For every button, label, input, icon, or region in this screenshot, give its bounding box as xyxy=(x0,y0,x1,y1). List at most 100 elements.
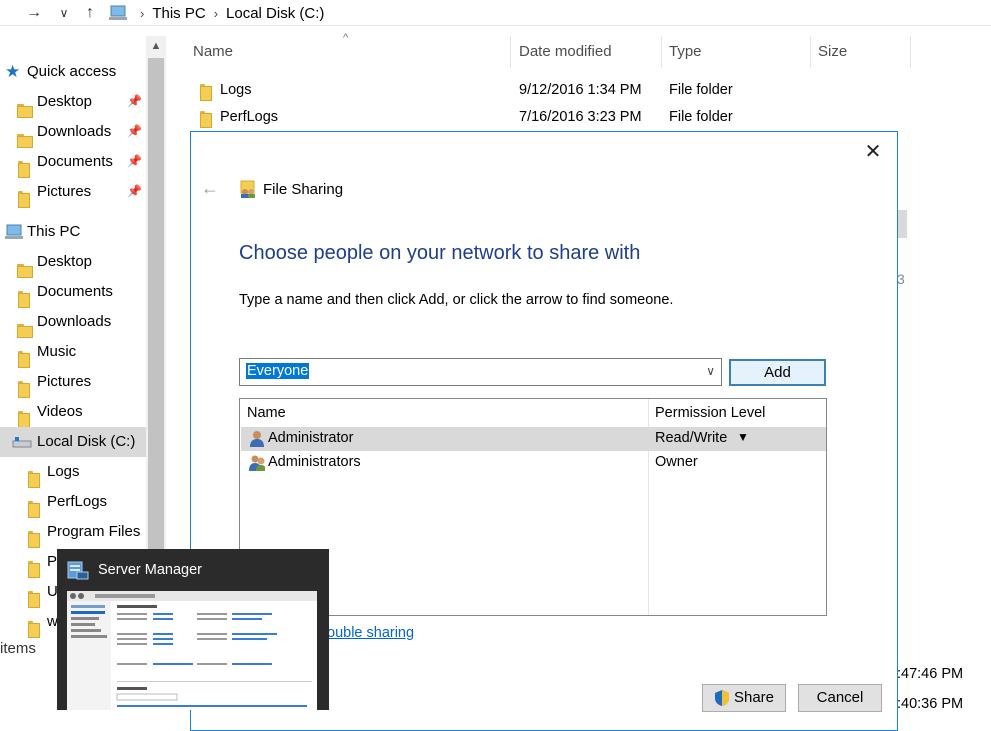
user-name: Administrators xyxy=(268,454,361,470)
nav-quick-documents[interactable]: Documents 📌 xyxy=(0,147,146,178)
pin-icon[interactable]: 📌 xyxy=(127,154,142,168)
up-arrow-icon[interactable]: ↑ xyxy=(80,3,100,23)
share-button[interactable]: Share xyxy=(702,684,786,712)
add-button[interactable]: Add xyxy=(729,359,826,386)
trouble-sharing-link[interactable]: ouble sharing xyxy=(327,625,414,641)
folder-icon xyxy=(28,470,40,488)
drive-icon xyxy=(12,437,32,448)
permission-level: Owner xyxy=(655,454,698,470)
nav-disk-program-files[interactable]: Program Files xyxy=(0,517,146,548)
folder-icon xyxy=(28,500,40,518)
dialog-instruction: Type a name and then click Add, or click… xyxy=(239,292,674,308)
breadcrumb-this-pc[interactable]: This PC xyxy=(152,5,205,22)
nav-quick-desktop[interactable]: Desktop 📌 xyxy=(0,87,146,118)
documents-folder-icon xyxy=(18,290,30,308)
thumbnail-preview xyxy=(67,591,317,710)
table-row[interactable]: Administrators Owner xyxy=(241,451,826,475)
pin-icon[interactable]: 📌 xyxy=(127,184,142,198)
nav-label: Desktop xyxy=(37,253,93,270)
file-date: 9/12/2016 1:34 PM xyxy=(519,82,642,98)
nav-pc-downloads[interactable]: Downloads xyxy=(0,307,146,338)
cancel-button[interactable]: Cancel xyxy=(798,684,882,712)
nav-pc-videos[interactable]: Videos xyxy=(0,397,146,428)
column-permission-level[interactable]: Permission Level xyxy=(655,405,765,421)
nav-pc-desktop[interactable]: Desktop xyxy=(0,247,146,278)
nav-label: Documents xyxy=(37,283,113,300)
column-type[interactable]: Type xyxy=(662,36,811,68)
nav-label: Music xyxy=(37,343,77,360)
folder-icon xyxy=(28,590,40,608)
breadcrumb: › This PC › Local Disk (C:) xyxy=(132,3,324,23)
group-users-icon xyxy=(249,455,265,471)
nav-label: Logs xyxy=(47,463,80,480)
forward-arrow-icon[interactable]: → xyxy=(24,3,44,23)
file-row[interactable]: Logs 9/12/2016 1:34 PM File folder xyxy=(190,77,890,104)
column-name[interactable]: Name xyxy=(247,405,286,421)
scroll-up-icon[interactable]: ▲ xyxy=(146,36,166,56)
back-arrow-icon[interactable]: ← xyxy=(201,178,219,199)
permission-level[interactable]: Read/Write xyxy=(655,430,727,446)
nav-pc-documents[interactable]: Documents xyxy=(0,277,146,308)
downloads-folder-icon xyxy=(17,323,33,338)
hidden-size-fragment: 3 xyxy=(897,271,905,287)
nav-label: Local Disk (C:) xyxy=(37,433,136,450)
nav-pc-music[interactable]: Music xyxy=(0,337,146,368)
time-fragment: :47:46 PM xyxy=(897,666,964,682)
close-icon[interactable]: ✕ xyxy=(861,140,885,164)
nav-label: Quick access xyxy=(27,63,117,80)
file-type: File folder xyxy=(669,82,733,98)
folder-icon xyxy=(28,560,40,578)
downloads-folder-icon xyxy=(17,133,33,148)
nav-label: PerfLogs xyxy=(47,493,108,510)
status-items-count: items xyxy=(0,640,36,657)
thumbnail-title: Server Manager xyxy=(98,562,202,578)
nav-disk-perflogs[interactable]: PerfLogs xyxy=(0,487,146,518)
breadcrumb-local-disk[interactable]: Local Disk (C:) xyxy=(226,5,324,22)
recent-locations-chevron-icon[interactable]: ∨ xyxy=(54,3,74,23)
dialog-title: File Sharing xyxy=(263,181,344,198)
server-manager-preview-image xyxy=(67,591,317,710)
folder-icon xyxy=(28,620,40,638)
breadcrumb-separator-icon: › xyxy=(140,5,145,21)
share-name-combobox[interactable]: Everyone ∨ xyxy=(239,358,722,386)
server-manager-thumbnail[interactable]: Server Manager xyxy=(57,549,329,710)
column-size[interactable]: Size xyxy=(811,36,911,68)
file-name: Logs xyxy=(220,82,252,98)
nav-pc-pictures[interactable]: Pictures xyxy=(0,367,146,398)
uac-shield-icon xyxy=(715,690,729,706)
file-name: PerfLogs xyxy=(220,109,279,125)
share-name-value: Everyone xyxy=(246,363,310,379)
this-pc-icon xyxy=(109,5,127,20)
column-name[interactable]: Name xyxy=(186,36,511,68)
column-date-modified[interactable]: Date modified xyxy=(512,36,662,68)
nav-local-disk[interactable]: Local Disk (C:) xyxy=(0,427,146,457)
nav-quick-access[interactable]: ★ Quick access xyxy=(0,57,146,87)
scrollbar-thumb[interactable] xyxy=(148,58,164,578)
this-pc-icon xyxy=(5,224,23,239)
permission-dropdown-icon[interactable]: ▼ xyxy=(737,430,749,444)
back-arrow-icon[interactable] xyxy=(2,3,22,23)
nav-label: Downloads xyxy=(37,123,112,140)
share-button-label: Share xyxy=(733,689,775,706)
pin-icon[interactable]: 📌 xyxy=(127,94,142,108)
file-type: File folder xyxy=(669,109,733,125)
nav-this-pc[interactable]: This PC xyxy=(0,217,146,247)
nav-label: This PC xyxy=(27,223,81,240)
folder-icon xyxy=(28,530,40,548)
chevron-down-icon[interactable]: ∨ xyxy=(706,364,715,378)
nav-label: Pictures xyxy=(37,183,92,200)
nav-scrollbar[interactable]: ▲ xyxy=(146,36,166,636)
nav-label: Downloads xyxy=(37,313,112,330)
nav-label: Documents xyxy=(37,153,113,170)
desktop-folder-icon xyxy=(17,103,33,118)
table-row[interactable]: Administrator Read/Write ▼ xyxy=(241,427,826,451)
server-manager-icon xyxy=(67,561,89,580)
nav-label: Videos xyxy=(37,403,83,420)
folder-icon xyxy=(200,83,212,101)
star-icon: ★ xyxy=(5,62,21,81)
nav-disk-logs[interactable]: Logs xyxy=(0,457,146,488)
file-row[interactable]: PerfLogs 7/16/2016 3:23 PM File folder xyxy=(190,104,890,131)
pin-icon[interactable]: 📌 xyxy=(127,124,142,138)
nav-quick-pictures[interactable]: Pictures 📌 xyxy=(0,177,146,208)
nav-quick-downloads[interactable]: Downloads 📌 xyxy=(0,117,146,148)
